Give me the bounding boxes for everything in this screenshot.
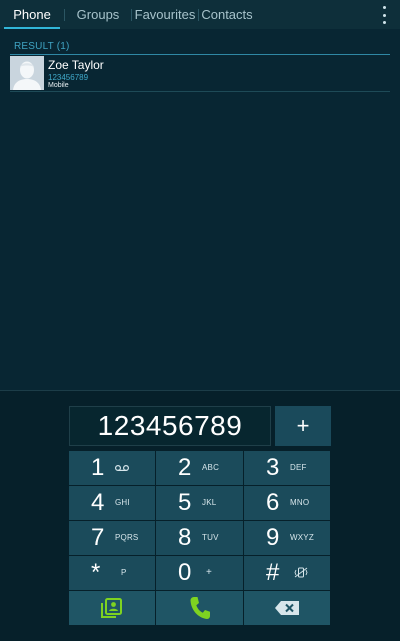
- key-digit: 3: [266, 454, 280, 481]
- contact-result-row[interactable]: Zoe Taylor 123456789 Mobile: [10, 56, 390, 92]
- keypad: 1 2 ABC 3 DEF 4 GHI 5 JKL 6 MNO 7 PQRS 8…: [69, 451, 331, 625]
- key-letters: GHI: [115, 498, 130, 507]
- add-to-contacts-button[interactable]: +: [275, 406, 331, 446]
- key-hash[interactable]: #: [244, 556, 330, 590]
- key-2[interactable]: 2 ABC: [156, 451, 243, 485]
- default-avatar-icon: [10, 56, 44, 90]
- key-letters: DEF: [290, 463, 307, 472]
- key-5[interactable]: 5 JKL: [156, 486, 243, 520]
- tab-favourites[interactable]: Favourites: [132, 0, 198, 29]
- key-8[interactable]: 8 TUV: [156, 521, 243, 555]
- row-divider: [10, 91, 390, 92]
- key-digit: 6: [266, 489, 280, 516]
- backspace-icon: [275, 601, 299, 615]
- more-options-icon[interactable]: [376, 6, 392, 24]
- key-digit: 9: [266, 524, 280, 551]
- dialed-number-field[interactable]: 123456789: [69, 406, 271, 446]
- phone-icon: [190, 597, 210, 619]
- key-letters: +: [206, 567, 213, 578]
- key-digit: 2: [178, 454, 192, 481]
- key-digit: 4: [91, 489, 105, 516]
- contact-number-type: Mobile: [48, 82, 69, 89]
- vibrate-mute-icon: [294, 567, 308, 578]
- key-star[interactable]: * P: [69, 556, 155, 590]
- tab-bar: Phone Groups Favourites Contacts: [0, 0, 400, 30]
- dialpad-area: 123456789 + 1 2 ABC 3 DEF 4 GHI 5 JKL 6 …: [0, 390, 400, 641]
- search-results: RESULT (1) Zoe Taylor 123456789 Mobile: [0, 29, 400, 390]
- backspace-button[interactable]: [244, 591, 330, 625]
- key-digit: 5: [178, 489, 192, 516]
- contact-number: 123456789: [48, 73, 89, 82]
- key-9[interactable]: 9 WXYZ: [244, 521, 330, 555]
- key-digit: 7: [91, 524, 105, 551]
- key-digit: #: [266, 559, 280, 586]
- key-letters: PQRS: [115, 533, 139, 542]
- key-0[interactable]: 0 +: [156, 556, 243, 590]
- key-1[interactable]: 1: [69, 451, 155, 485]
- tab-phone[interactable]: Phone: [0, 0, 64, 29]
- key-letters: ABC: [202, 463, 220, 472]
- key-6[interactable]: 6 MNO: [244, 486, 330, 520]
- key-letters: JKL: [202, 498, 217, 507]
- result-count-header: RESULT (1): [14, 41, 70, 52]
- voicemail-icon: [115, 465, 129, 472]
- result-divider: [10, 54, 390, 55]
- key-4[interactable]: 4 GHI: [69, 486, 155, 520]
- key-digit: *: [91, 559, 101, 586]
- key-letters: P: [121, 568, 127, 577]
- key-digit: 0: [178, 559, 192, 586]
- key-3[interactable]: 3 DEF: [244, 451, 330, 485]
- key-digit: 1: [91, 454, 105, 481]
- key-letters: MNO: [290, 498, 310, 507]
- key-letters: WXYZ: [290, 533, 314, 542]
- key-letters: TUV: [202, 533, 219, 542]
- key-7[interactable]: 7 PQRS: [69, 521, 155, 555]
- tab-contacts[interactable]: Contacts: [199, 0, 255, 29]
- contacts-shortcut-button[interactable]: [69, 591, 155, 625]
- contact-name: Zoe Taylor: [48, 58, 104, 72]
- key-digit: 8: [178, 524, 192, 551]
- contact-card-icon: [101, 598, 122, 618]
- call-button[interactable]: [156, 591, 243, 625]
- tab-groups[interactable]: Groups: [65, 0, 131, 29]
